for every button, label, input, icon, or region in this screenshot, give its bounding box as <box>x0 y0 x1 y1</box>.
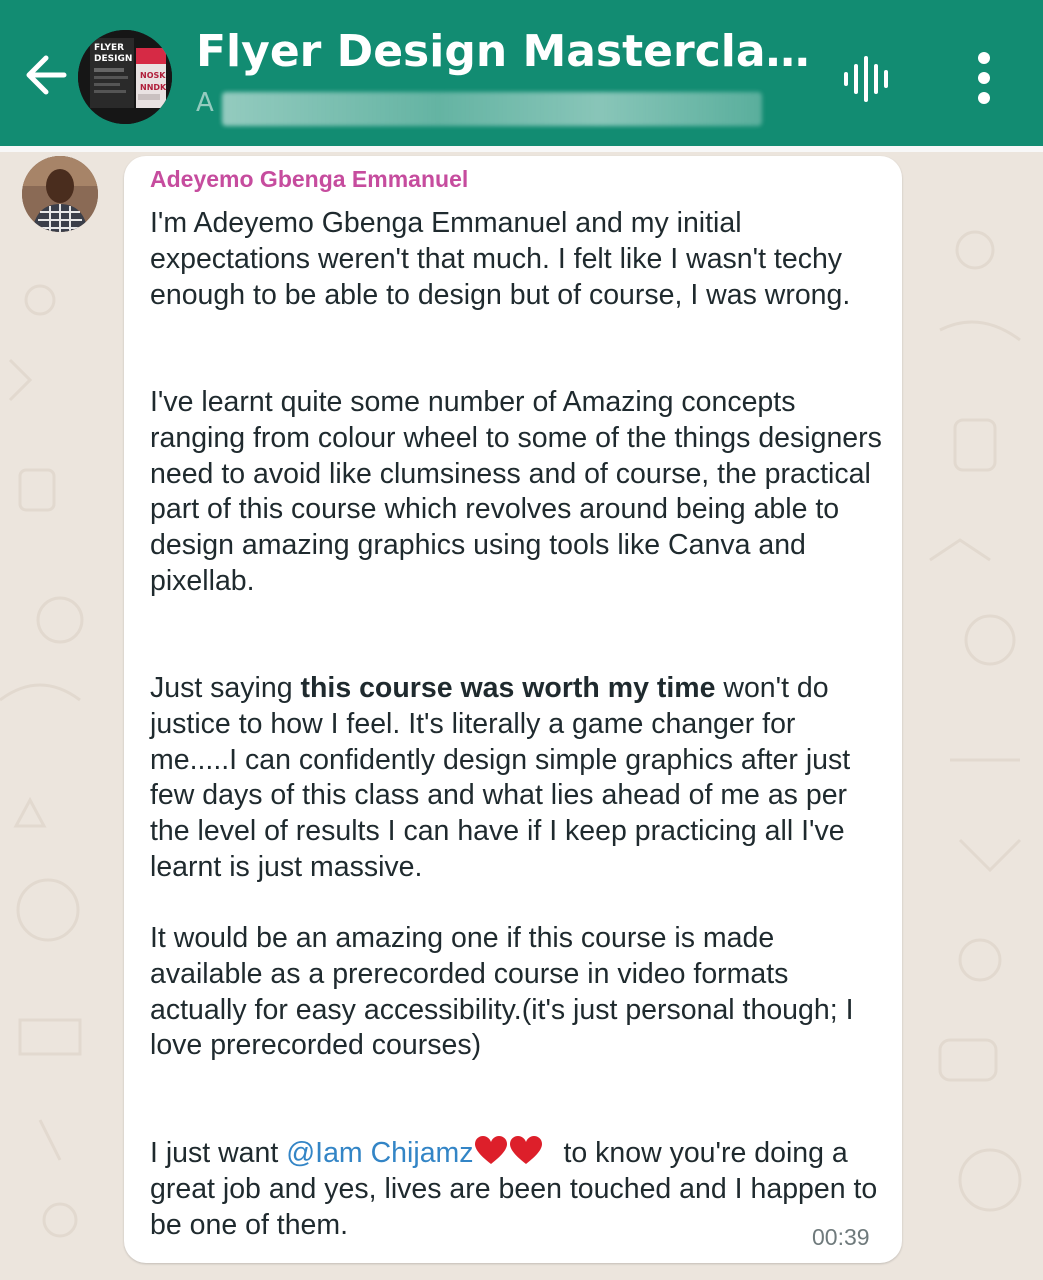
mention-link[interactable]: @Iam Chijamz <box>286 1137 473 1169</box>
svg-text:NNDK: NNDK <box>140 83 167 92</box>
message-text: Just saying <box>150 672 301 704</box>
message-timestamp: 00:39 <box>812 1224 870 1250</box>
sender-name[interactable]: Adeyemo Gbenga Emmanuel <box>150 166 468 193</box>
svg-text:FLYER: FLYER <box>94 43 124 53</box>
redacted-members-bar <box>222 92 762 126</box>
audio-waveform-icon[interactable] <box>838 52 900 106</box>
chat-title[interactable]: Flyer Design Masterclass (... <box>196 26 816 77</box>
sender-avatar[interactable] <box>22 156 98 232</box>
message-text: I just want <box>150 1137 287 1169</box>
header-divider <box>0 146 1043 152</box>
group-avatar[interactable]: FLYER DESIGN NOSK NNDK <box>78 30 172 124</box>
two-red-hearts-icon <box>474 1136 542 1164</box>
person-photo <box>22 156 98 232</box>
bold-text: this course was worth my time <box>300 672 716 704</box>
more-vertical-icon[interactable] <box>962 50 1006 106</box>
message-paragraph: I'm Adeyemo Gbenga Emmanuel and my initi… <box>150 207 851 311</box>
message-paragraph: I just want @Iam Chijamz to know you're … <box>150 1136 885 1243</box>
svg-text:NOSK: NOSK <box>140 71 166 80</box>
svg-text:DESIGN: DESIGN <box>94 54 132 64</box>
message-paragraph: It would be an amazing one if this cours… <box>150 922 854 1062</box>
chat-header: FLYER DESIGN NOSK NNDK Flyer Design Mast… <box>0 0 1043 152</box>
message-paragraph: I've learnt quite some number of Amazing… <box>150 386 882 597</box>
group-flyer-image: FLYER DESIGN NOSK NNDK <box>78 30 172 124</box>
message-paragraph: Just saying this course was worth my tim… <box>150 671 885 886</box>
arrow-left-icon[interactable] <box>20 48 74 102</box>
